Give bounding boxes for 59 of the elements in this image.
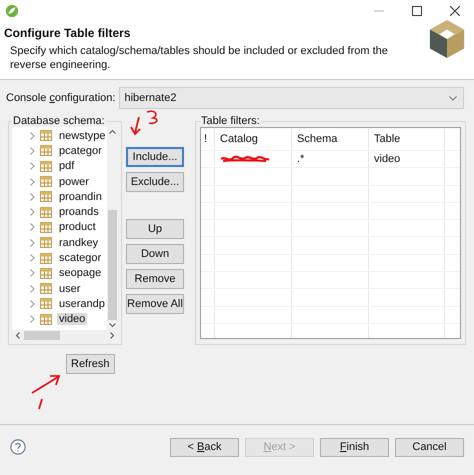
refresh-button[interactable]: Refresh	[66, 354, 115, 374]
table-icon	[40, 145, 52, 156]
filter-button[interactable]: Down	[126, 244, 184, 264]
console-configuration-dropdown[interactable]: hibernate2	[119, 87, 464, 109]
help-icon[interactable]	[10, 439, 26, 455]
wizard-button[interactable]: < Back	[170, 438, 239, 456]
table-icon	[40, 160, 52, 172]
table-cell: video	[369, 151, 445, 168]
table-icon	[40, 268, 52, 279]
scribble-drawing	[220, 155, 270, 164]
tree-item[interactable]: power	[57, 176, 91, 188]
dialog-title: Configure Table filters	[4, 26, 132, 40]
tree-item[interactable]: proandin	[57, 190, 104, 203]
filter-button[interactable]: Exclude...	[126, 172, 184, 192]
tree-item[interactable]: proands	[57, 206, 101, 218]
column-header[interactable]: Schema	[292, 128, 369, 150]
scroll-down-icon[interactable]	[109, 323, 116, 327]
scroll-left-icon[interactable]	[16, 332, 20, 339]
filter-button[interactable]: Remove	[126, 269, 184, 289]
chevron-down-icon	[449, 96, 457, 100]
table-icon	[40, 191, 52, 202]
tree-item[interactable]: user	[57, 282, 82, 295]
maximize-icon[interactable]	[412, 6, 422, 16]
tree-item[interactable]: pdf	[57, 160, 76, 172]
filter-button[interactable]: Include...	[126, 147, 184, 167]
table-icon	[40, 298, 52, 310]
tree-item[interactable]: userandp	[57, 298, 107, 310]
filter-button[interactable]: Remove All	[126, 294, 184, 314]
wizard-button[interactable]: Cancel	[395, 438, 464, 456]
table-filters-label: Table filters:	[200, 115, 261, 127]
table-icon	[40, 237, 52, 248]
leaf-logo-icon	[5, 4, 19, 18]
tree-item[interactable]: seopage	[57, 267, 104, 280]
table-icon	[40, 206, 52, 218]
table-icon	[40, 283, 52, 294]
table-cell: .*	[292, 151, 369, 168]
table-icon	[40, 314, 52, 325]
tree-item[interactable]: randkey	[57, 236, 100, 249]
tree-item[interactable]: pcategor	[57, 144, 104, 157]
column-header[interactable]: !	[201, 128, 215, 150]
scroll-right-icon[interactable]	[110, 332, 114, 339]
filter-button[interactable]: Up	[126, 219, 184, 239]
console-configuration-label: Console configuration:	[6, 92, 116, 104]
tree-item[interactable]: video	[57, 313, 88, 326]
table-icon	[40, 176, 52, 188]
tree-item[interactable]: scategor	[57, 252, 104, 264]
column-header[interactable]: Catalog	[215, 128, 292, 150]
table-icon	[40, 130, 52, 142]
column-header[interactable]: Table	[369, 128, 445, 150]
scroll-up-icon[interactable]	[109, 130, 116, 134]
table-icon	[40, 222, 52, 233]
tree-item[interactable]: newstype	[57, 130, 108, 142]
close-icon[interactable]	[450, 6, 460, 16]
wizard-button[interactable]: Finish	[320, 438, 389, 456]
database-schema-label: Database schema:	[12, 115, 106, 127]
table-icon	[40, 252, 52, 264]
tree-item[interactable]: product	[57, 221, 98, 234]
horizontal-scrollbar[interactable]	[12, 330, 118, 341]
dialog-description: Specify which catalog/schema/tables should be included or excluded from the reverse engineering.	[9, 44, 389, 72]
